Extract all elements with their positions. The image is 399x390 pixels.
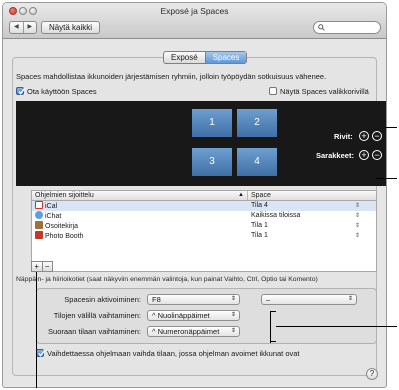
remove-column-button[interactable]: −: [372, 150, 382, 160]
activate-spaces-label: Spacesin aktivoiminen:: [64, 295, 141, 304]
popup-value: ^ Nuolinäppäimet: [152, 311, 210, 320]
application-cell: Photo Booth: [32, 231, 248, 241]
popup-value: ^ Numeronäppäimet: [152, 327, 220, 336]
table-row[interactable]: iCal Tila 4 ⇕: [32, 201, 376, 211]
callout-line: [276, 326, 397, 327]
spaces-preview: 1 2 3 4 Rivit: + − Sarakkeet: + −: [16, 101, 386, 186]
column-header-space[interactable]: Space: [248, 191, 376, 200]
application-cell: iCal: [32, 201, 248, 211]
activate-mouse-popup[interactable]: – ⇕: [261, 294, 357, 305]
search-icon: [318, 24, 325, 31]
forward-button[interactable]: ▶: [22, 22, 37, 33]
chevron-updown-icon: ⇕: [230, 296, 236, 302]
space-tile-2[interactable]: 2: [237, 109, 277, 137]
back-button[interactable]: ◀: [10, 22, 23, 33]
checkmark-icon: [18, 87, 26, 95]
chat-icon: [35, 211, 43, 219]
chevron-updown-icon[interactable]: ⇕: [355, 201, 360, 211]
shortcuts-hint: Näppäin- ja hiirioikotiet (saat näkyviin…: [16, 276, 318, 283]
columns-label: Sarakkeet:: [316, 151, 354, 160]
address-book-icon: [35, 221, 43, 229]
chevron-updown-icon: ⇕: [230, 312, 236, 318]
table-row[interactable]: Osoitekirja Tila 1 ⇕: [32, 221, 376, 231]
application-cell: iChat: [32, 211, 248, 221]
table-row[interactable]: Photo Booth Tila 1 ⇕: [32, 231, 376, 241]
application-name: iCal: [45, 203, 58, 210]
tab-expose[interactable]: Exposé: [164, 52, 205, 63]
callout-line: [385, 127, 397, 128]
sort-ascending-icon: ▲: [238, 192, 244, 198]
space-tile-4[interactable]: 4: [237, 148, 277, 176]
photo-booth-icon: [35, 231, 43, 239]
switch-directly-label: Suoraan tilaan vaihtaminen:: [48, 327, 141, 336]
remove-row-button[interactable]: −: [372, 131, 382, 141]
application-cell: Osoitekirja: [32, 221, 248, 231]
help-button[interactable]: ?: [366, 368, 378, 380]
calendar-icon: [35, 201, 43, 209]
enable-spaces-checkbox[interactable]: [16, 87, 26, 95]
search-field[interactable]: [313, 21, 381, 34]
direct-key-popup[interactable]: ^ Numeronäppäimet ⇕: [147, 326, 240, 337]
rows-label: Rivit:: [334, 132, 353, 141]
table-header: Ohjelmien sijoittelu ▲ Space: [32, 191, 376, 201]
application-bindings-table: Ohjelmien sijoittelu ▲ Space iCal Tila 4…: [31, 190, 377, 272]
callout-line: [36, 272, 37, 388]
preferences-window: Exposé ja Spaces ◀ ▶ Näytä kaikki Exposé…: [2, 2, 387, 388]
chevron-updown-icon: ⇕: [230, 328, 236, 334]
window-title: Exposé ja Spaces: [160, 6, 229, 16]
callout-line: [270, 311, 271, 343]
enable-spaces-label: Ota käyttöön Spaces: [27, 87, 97, 96]
activate-key-popup[interactable]: F8 ⇕: [147, 294, 240, 305]
add-remove-control: + −: [31, 261, 53, 272]
popup-value: F8: [152, 295, 161, 304]
application-name: Osoitekirja: [45, 223, 79, 230]
add-binding-button[interactable]: +: [32, 262, 42, 271]
callout-line: [270, 341, 276, 342]
callout-line: [376, 178, 397, 179]
switch-on-activate-checkbox[interactable]: [36, 349, 46, 357]
space-tile-1[interactable]: 1: [192, 109, 232, 137]
show-in-menu-checkbox[interactable]: [269, 87, 277, 95]
shortcuts-group: Spacesin aktivoiminen: F8 ⇕ – ⇕ Tilojen …: [36, 288, 377, 344]
chevron-updown-icon[interactable]: ⇕: [355, 211, 360, 221]
show-in-menu-label: Näytä Spaces valikkorivillä: [280, 87, 369, 96]
chevron-updown-icon[interactable]: ⇕: [355, 231, 360, 241]
popup-value: –: [266, 295, 271, 304]
chevron-updown-icon: ⇕: [347, 296, 353, 302]
spaces-description: Spaces mahdollistaa ikkunoiden järjestäm…: [16, 72, 327, 81]
chevron-updown-icon[interactable]: ⇕: [355, 221, 360, 231]
space-tile-3[interactable]: 3: [192, 148, 232, 176]
application-name: iChat: [45, 213, 62, 220]
column-header-application[interactable]: Ohjelmien sijoittelu ▲: [32, 191, 248, 200]
title-bar: Exposé ja Spaces ◀ ▶ Näytä kaikki: [3, 3, 386, 39]
add-row-button[interactable]: +: [359, 131, 369, 141]
switch-key-popup[interactable]: ^ Nuolinäppäimet ⇕: [147, 310, 240, 321]
back-forward-control: ◀ ▶: [9, 21, 37, 34]
show-all-button[interactable]: Näytä kaikki: [41, 21, 100, 34]
add-column-button[interactable]: +: [359, 150, 369, 160]
switch-between-spaces-label: Tilojen välillä vaihtaminen:: [53, 311, 141, 320]
switch-on-activate-label: Vaihdettaessa ohjelmaan vaihda tilaan, j…: [47, 349, 300, 358]
table-row[interactable]: iChat Kaikissa tiloissa ⇕: [32, 211, 376, 221]
tab-spaces[interactable]: Spaces: [204, 52, 247, 63]
application-name: Photo Booth: [45, 233, 84, 240]
checkmark-icon: [38, 349, 46, 357]
tab-bar: Exposé Spaces: [163, 51, 248, 64]
remove-binding-button[interactable]: −: [41, 262, 53, 271]
column-header-label: Ohjelmien sijoittelu: [35, 192, 94, 199]
